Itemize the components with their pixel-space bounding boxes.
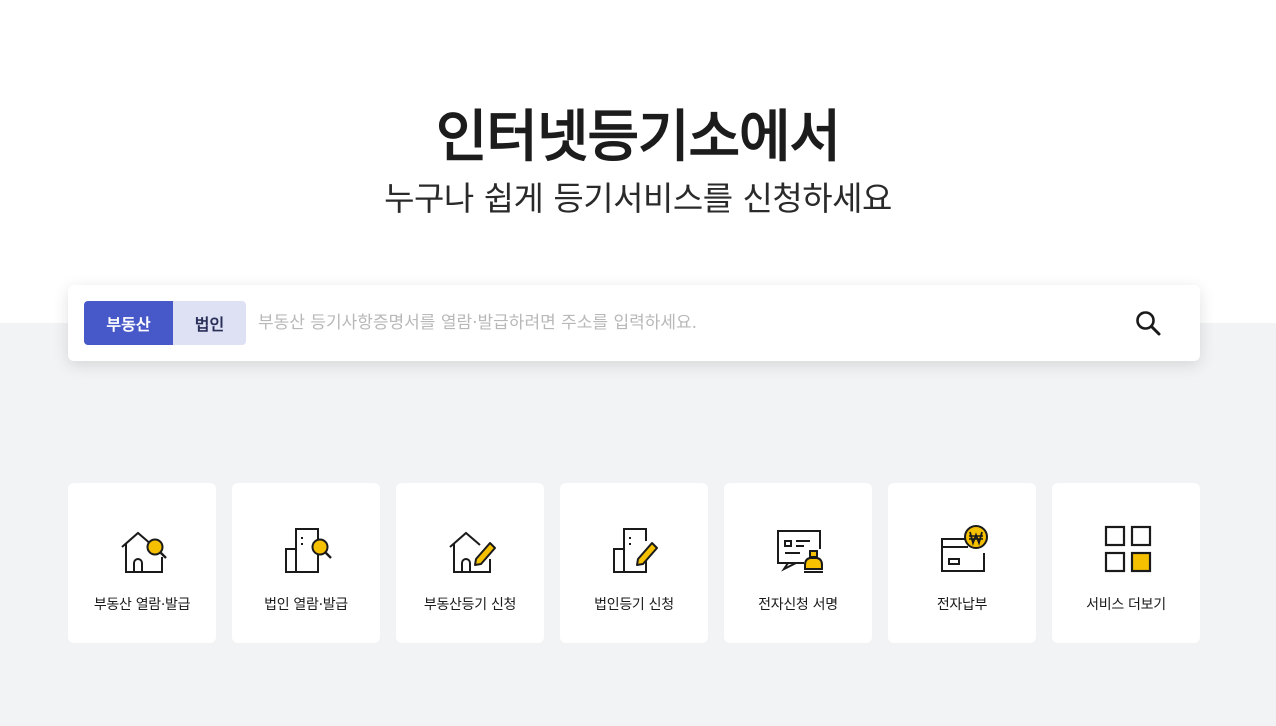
e-payment-won-icon <box>941 525 988 572</box>
service-card-e-payment[interactable]: 전자납부 <box>888 483 1036 643</box>
more-grid-icon <box>1104 525 1152 573</box>
search-icon <box>1136 311 1161 336</box>
page-title: 인터넷등기소에서 <box>435 105 841 170</box>
service-card-label: 법인등기 신청 <box>594 597 674 613</box>
service-card-corp-view[interactable]: 법인 열람·발급 <box>232 483 380 643</box>
page-subtitle: 누구나 쉽게 등기서비스를 신청하세요 <box>384 179 892 218</box>
building-edit-icon <box>613 528 658 573</box>
service-card-corp-apply[interactable]: 법인등기 신청 <box>560 483 708 643</box>
search-button[interactable] <box>1130 307 1166 339</box>
service-card-realestate-view[interactable]: 부동산 열람·발급 <box>68 483 216 643</box>
search-panel: 부동산 법인 <box>68 285 1200 361</box>
service-card-label: 전자신청 서명 <box>758 597 838 613</box>
service-card-label: 법인 열람·발급 <box>264 597 348 613</box>
e-sign-stamp-icon <box>777 530 823 573</box>
service-card-realestate-apply[interactable]: 부동산등기 신청 <box>396 483 544 643</box>
building-search-icon <box>285 528 332 573</box>
service-card-label: 서비스 더보기 <box>1086 597 1166 613</box>
house-search-icon <box>121 531 167 573</box>
service-card-e-sign[interactable]: 전자신청 서명 <box>724 483 872 643</box>
service-card-more[interactable]: 서비스 더보기 <box>1052 483 1200 643</box>
tab-realestate[interactable]: 부동산 <box>84 301 173 345</box>
service-card-label: 부동산 열람·발급 <box>93 597 191 613</box>
service-card-label: 부동산등기 신청 <box>423 597 517 613</box>
search-input[interactable] <box>258 303 1098 343</box>
service-cards: 부동산 열람·발급 법인 열람·발급 부동산등기 신청 법인등기 신청 전자신청… <box>68 483 1200 643</box>
house-edit-icon <box>449 531 496 573</box>
service-card-label: 전자납부 <box>936 597 988 613</box>
tab-corporation[interactable]: 법인 <box>173 301 246 345</box>
